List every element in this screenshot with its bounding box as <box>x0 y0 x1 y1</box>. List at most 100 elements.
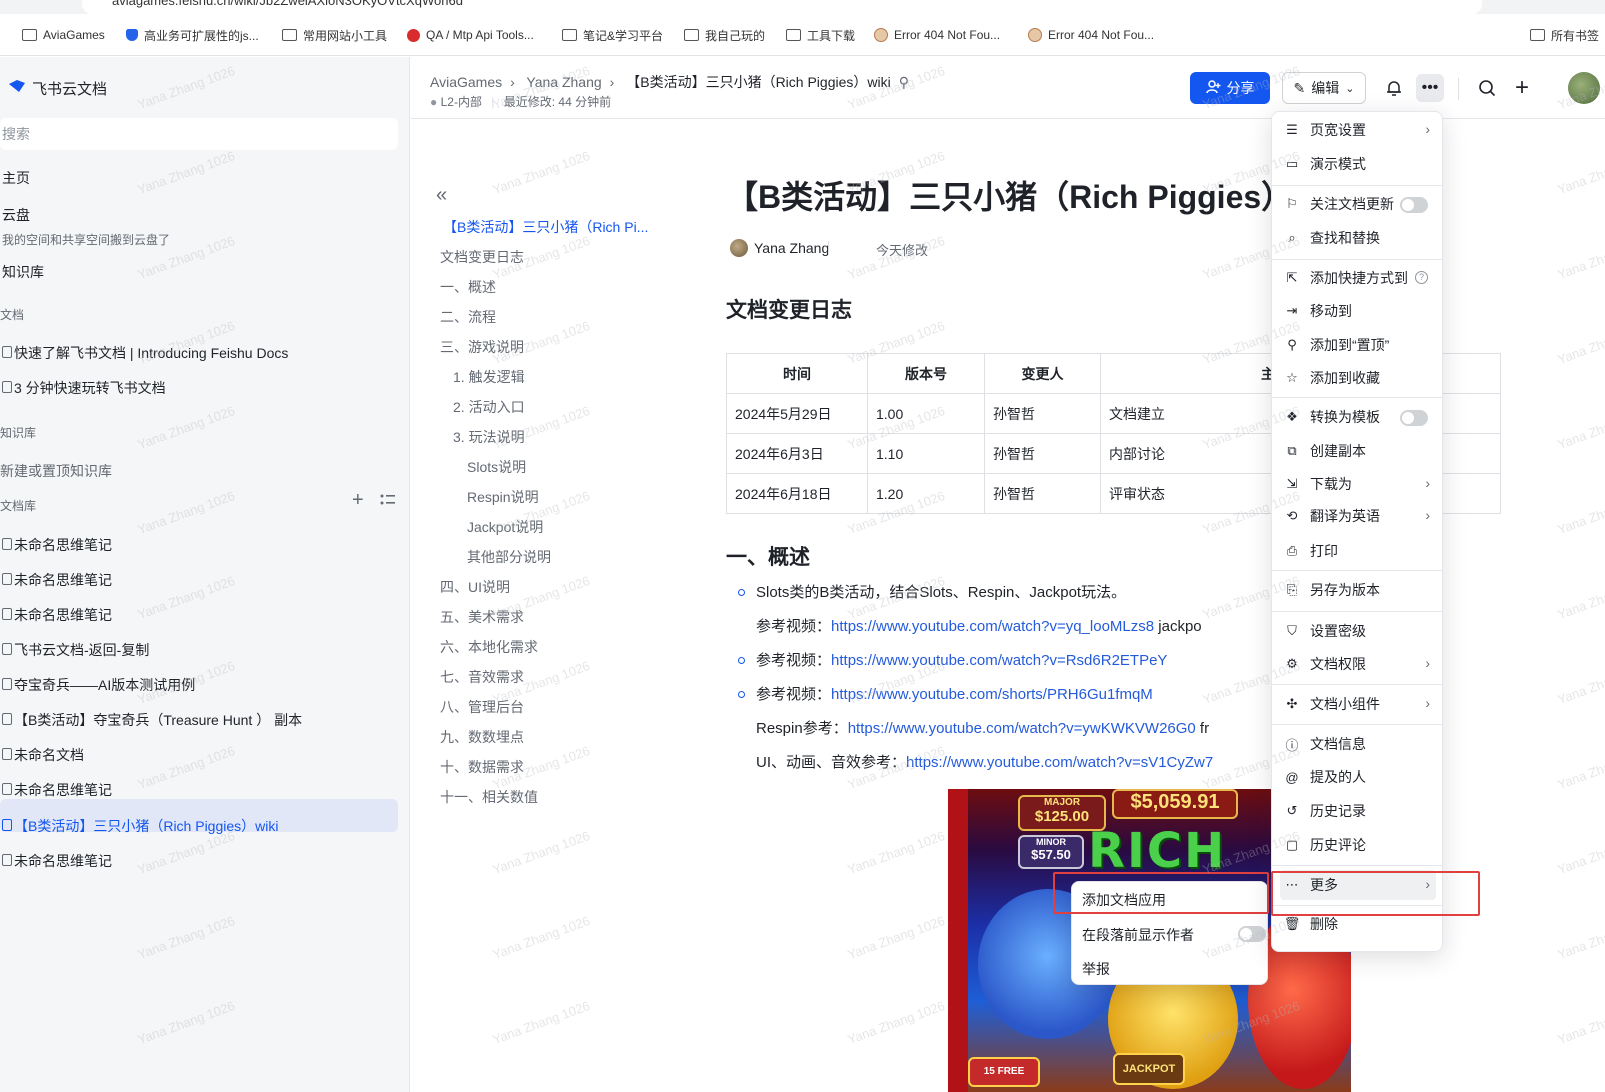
menu-item-favorite[interactable]: ☆ 添加到收藏 <box>1280 363 1436 393</box>
bookmark-error-2[interactable]: Error 404 Not Fou... <box>1028 26 1154 44</box>
bookmark-error-1[interactable]: Error 404 Not Fou... <box>874 26 1000 44</box>
menu-item-translate[interactable]: ⟲ 翻译为英语 › <box>1280 501 1436 531</box>
library-item[interactable]: 未命名思维笔记 <box>2 605 112 625</box>
template-toggle[interactable] <box>1400 410 1428 426</box>
outline-item[interactable]: 七、音效需求 <box>440 667 524 687</box>
sidebar-item-cloud[interactable]: 云盘 <box>2 205 30 225</box>
outline-item[interactable]: 【B类活动】三只小猪（Rich Pi... <box>443 217 648 237</box>
author[interactable]: Yana Zhang <box>730 239 829 257</box>
library-item[interactable]: 未命名思维笔记 <box>2 851 112 871</box>
help-icon[interactable]: ? <box>1415 271 1428 284</box>
menu-item-download[interactable]: ⇲ 下载为 › <box>1280 469 1436 499</box>
menu-item-mentions[interactable]: @ 提及的人 <box>1280 762 1436 792</box>
outline-item[interactable]: Slots说明 <box>467 457 526 477</box>
table-cell[interactable]: 1.00 <box>867 393 985 434</box>
outline-item[interactable]: 四、UI说明 <box>440 577 510 597</box>
library-item-active[interactable]: 【B类活动】三只小猪（Rich Piggies）wiki <box>2 816 278 836</box>
menu-item-find-replace[interactable]: ⌕ 查找和替换 <box>1280 223 1436 253</box>
menu-item-presentation[interactable]: ▭ 演示模式 <box>1280 149 1436 179</box>
plus-icon[interactable]: + <box>1510 74 1534 101</box>
library-item[interactable]: 未命名思维笔记 <box>2 570 112 590</box>
outline-item[interactable]: 六、本地化需求 <box>440 637 538 657</box>
list-icon[interactable] <box>380 493 396 507</box>
menu-item-permissions[interactable]: ⚙ 文档权限 › <box>1280 649 1436 679</box>
sidebar-item-home[interactable]: 主页 <box>2 168 30 188</box>
library-item[interactable]: 未命名思维笔记 <box>2 780 112 800</box>
outline-item[interactable]: 五、美术需求 <box>440 607 524 627</box>
reference-link[interactable]: https://www.youtube.com/watch?v=yq_looML… <box>831 618 1154 635</box>
library-item[interactable]: 夺宝奇兵——AI版本测试用例 <box>2 675 195 695</box>
bookmark-notes[interactable]: 笔记&学习平台 <box>562 26 663 44</box>
outline-item[interactable]: 1. 触发逻辑 <box>453 367 525 387</box>
menu-item-security-level[interactable]: ⛉ 设置密级 <box>1280 616 1436 646</box>
outline-item[interactable]: 一、概述 <box>440 277 496 297</box>
search-input[interactable]: 搜索 <box>0 118 398 150</box>
address-bar[interactable]: aviagames.feishu.cn/wiki/Jb2ZwelAXloN3OK… <box>82 0 1482 14</box>
more-icon[interactable]: ••• <box>1416 74 1444 102</box>
reference-link[interactable]: https://www.youtube.com/watch?v=ywKWKVW2… <box>848 720 1196 737</box>
menu-item-duplicate[interactable]: ⧉ 创建副本 <box>1280 436 1436 466</box>
menu-item-print[interactable]: ⎙ 打印 <box>1280 536 1436 566</box>
edit-button[interactable]: ✎ 编辑 ⌄ <box>1282 72 1366 104</box>
menu-item-history[interactable]: ↺ 历史记录 <box>1280 796 1436 826</box>
table-cell[interactable]: 孙智哲 <box>984 473 1101 514</box>
outline-item[interactable]: Respin说明 <box>467 487 539 507</box>
breadcrumb-item[interactable]: AviaGames <box>430 74 502 90</box>
breadcrumb-item[interactable]: Yana Zhang <box>526 74 601 90</box>
bookmark-tools[interactable]: 常用网站小工具 <box>282 26 387 44</box>
menu-item-comment-history[interactable]: ▢ 历史评论 <box>1280 830 1436 860</box>
collapse-outline-icon[interactable]: « <box>436 184 447 207</box>
outline-item[interactable]: 八、管理后台 <box>440 697 524 717</box>
bookmark-qa[interactable]: QA / Mtp Api Tools... <box>407 26 534 44</box>
bookmark-downloads[interactable]: 工具下载 <box>786 26 855 44</box>
outline-item[interactable]: 二、流程 <box>440 307 496 327</box>
outline-item[interactable]: 十一、相关数值 <box>440 787 538 807</box>
new-wiki-link[interactable]: 新建或置顶知识库 <box>0 461 112 481</box>
menu-item-report[interactable]: 举报 <box>1082 959 1110 979</box>
table-cell[interactable]: 孙智哲 <box>984 433 1101 474</box>
menu-item-widgets[interactable]: ✣ 文档小组件 › <box>1280 689 1436 719</box>
reference-link[interactable]: https://www.youtube.com/watch?v=Rsd6R2ET… <box>831 652 1167 669</box>
table-cell[interactable]: 1.10 <box>867 433 985 474</box>
bookmark-aviagames[interactable]: AviaGames <box>22 26 105 44</box>
bell-icon[interactable] <box>1382 76 1406 100</box>
library-item[interactable]: 【B类活动】夺宝奇兵（Treasure Hunt ） 副本 <box>2 710 302 730</box>
outline-item[interactable]: 其他部分说明 <box>467 547 551 567</box>
outline-item[interactable]: 2. 活动入口 <box>453 397 525 417</box>
menu-item-doc-info[interactable]: ⓘ 文档信息 <box>1280 729 1436 759</box>
outline-item[interactable]: Jackpot说明 <box>467 517 543 537</box>
outline-item[interactable]: 三、游戏说明 <box>440 337 524 357</box>
menu-item-move[interactable]: ⇥ 移动到 <box>1280 296 1436 326</box>
bookmark-js[interactable]: 高业务可扩展性的js... <box>126 26 259 44</box>
add-icon[interactable]: + <box>352 489 364 512</box>
menu-item-show-author[interactable]: 在段落前显示作者 <box>1082 925 1267 945</box>
avatar[interactable] <box>1568 72 1600 104</box>
doc-item[interactable]: 快速了解飞书文档 | Introducing Feishu Docs <box>2 343 288 363</box>
menu-item-save-version[interactable]: ⎘ 另存为版本 <box>1280 575 1436 605</box>
library-item[interactable]: 未命名文档 <box>2 745 84 765</box>
doc-item[interactable]: 3 分钟快速玩转飞书文档 <box>2 378 166 398</box>
bookmark-mine[interactable]: 我自己玩的 <box>684 26 765 44</box>
follow-toggle[interactable] <box>1400 197 1428 213</box>
search-icon[interactable] <box>1475 76 1499 100</box>
table-cell[interactable]: 2024年6月18日 <box>726 473 868 514</box>
menu-item-template[interactable]: ❖ 转换为模板 <box>1280 402 1436 432</box>
library-item[interactable]: 飞书云文档-返回-复制 <box>2 640 149 660</box>
show-author-toggle[interactable] <box>1238 926 1266 942</box>
reference-link[interactable]: https://www.youtube.com/watch?v=sV1CyZw7 <box>906 754 1213 771</box>
bookmark-all[interactable]: 所有书签 <box>1530 26 1599 44</box>
menu-item-page-width[interactable]: ☰ 页宽设置 › <box>1280 115 1436 145</box>
table-cell[interactable]: 2024年6月3日 <box>726 433 868 474</box>
table-cell[interactable]: 孙智哲 <box>984 393 1101 434</box>
table-cell[interactable]: 2024年5月29日 <box>726 393 868 434</box>
table-cell[interactable]: 1.20 <box>867 473 985 514</box>
library-item[interactable]: 未命名思维笔记 <box>2 535 112 555</box>
menu-item-pin[interactable]: ⚲ 添加到“置顶” <box>1280 330 1436 360</box>
share-button[interactable]: 分享 <box>1190 72 1270 104</box>
security-label[interactable]: L2-内部 <box>441 95 482 109</box>
outline-item[interactable]: 3. 玩法说明 <box>453 427 525 447</box>
outline-item[interactable]: 文档变更日志 <box>440 247 524 267</box>
reference-link[interactable]: https://www.youtube.com/shorts/PRH6Gu1fm… <box>831 686 1153 703</box>
outline-item[interactable]: 九、数数埋点 <box>440 727 524 747</box>
menu-item-add-shortcut[interactable]: ⇱ 添加快捷方式到? <box>1280 263 1436 293</box>
